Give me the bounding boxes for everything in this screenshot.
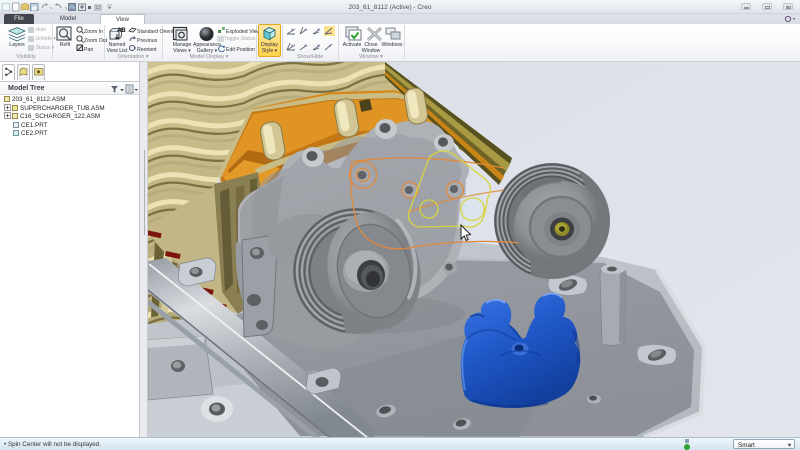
svg-text:AB: AB xyxy=(117,28,126,34)
svg-text:x: x xyxy=(329,43,332,48)
